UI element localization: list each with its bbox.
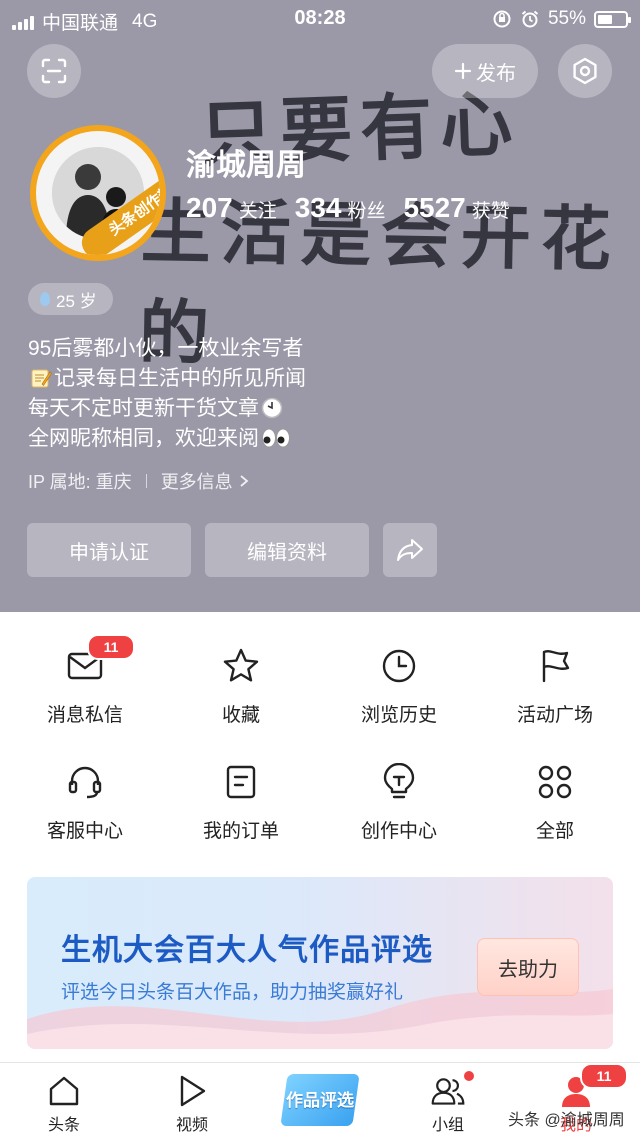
stat-followers[interactable]: 334 粉丝 — [295, 192, 386, 224]
publish-button[interactable]: 发布 — [432, 44, 538, 98]
ip-location-row: IP 属地: 重庆 更多信息 — [28, 468, 249, 494]
apply-certification-label: 申请认证 — [69, 541, 149, 564]
scan-icon — [41, 58, 67, 84]
publish-label: 发布 — [476, 62, 516, 85]
tab-label: 作品评选 — [286, 1091, 354, 1110]
banner-support-button[interactable]: 去助力 — [477, 938, 579, 996]
stat-label: 粉丝 — [347, 201, 386, 222]
rotation-lock-icon — [493, 10, 511, 28]
promo-banner[interactable]: 生机大会百大人气作品评选 评选今日头条百大作品，助力抽奖赢好礼 去助力 — [27, 877, 613, 1049]
more-info-link[interactable]: 更多信息 — [161, 468, 249, 494]
menu-item-customer-service[interactable]: 客服中心 — [5, 728, 165, 844]
chevron-right-icon — [240, 475, 249, 487]
battery-percent: 55% — [547, 8, 586, 29]
stat-following[interactable]: 207 关注 — [186, 192, 277, 224]
menu-item-label: 收藏 — [221, 705, 260, 726]
menu-item-activity-plaza[interactable]: 活动广场 — [475, 612, 635, 728]
profile-header: 只要有心 生活是会开花的 中国联通 4G 08:28 55% 发布 头条创作新锐… — [0, 0, 640, 612]
menu-item-label: 客服中心 — [46, 821, 123, 842]
play-icon — [180, 1075, 206, 1107]
bio-line-4: 全网昵称相同，欢迎来阅 — [28, 424, 306, 454]
tab-label: 视频 — [175, 1117, 208, 1134]
eyes-icon — [262, 428, 290, 448]
ip-location: IP 属地: 重庆 — [28, 472, 132, 492]
headset-icon — [68, 766, 102, 799]
stat-value: 207 — [186, 192, 233, 223]
clock-emoji-icon — [261, 397, 283, 419]
menu-item-history[interactable]: 浏览历史 — [319, 612, 479, 728]
bio-text: 95后雾都小伙，一枚业余写者 — [28, 337, 304, 360]
age-label: 25 岁 — [56, 291, 97, 311]
tab-vote[interactable]: 作品评选 — [280, 1072, 360, 1128]
more-info-label: 更多信息 — [160, 472, 233, 492]
bio-line-2: 记录每日生活中的所见所闻 — [28, 364, 306, 394]
stat-label: 获赞 — [471, 201, 510, 222]
menu-item-label: 我的订单 — [202, 821, 279, 842]
profile-badge: 11 — [580, 1063, 628, 1089]
tab-home[interactable]: 头条 — [0, 1063, 128, 1138]
grid-icon — [538, 765, 572, 799]
banner-title: 生机大会百大人气作品评选 — [61, 934, 433, 967]
menu-item-label: 消息私信 — [46, 705, 123, 726]
banner-subtitle: 评选今日头条百大作品，助力抽奖赢好礼 — [61, 982, 404, 1003]
username: 渝城周周 — [186, 149, 306, 182]
menu-item-label: 创作中心 — [360, 821, 437, 842]
battery-fill — [598, 14, 612, 24]
menu-item-orders[interactable]: 我的订单 — [161, 728, 321, 844]
lightbulb-icon — [383, 763, 415, 799]
profile-stats: 207 关注 334 粉丝 5527 获赞 — [186, 192, 510, 224]
apply-certification-button[interactable]: 申请认证 — [27, 523, 191, 577]
menu-item-label: 全部 — [535, 821, 574, 842]
order-icon — [226, 765, 256, 799]
menu-item-label: 活动广场 — [516, 705, 593, 726]
message-badge: 11 — [87, 634, 135, 660]
share-button[interactable] — [383, 523, 437, 577]
tab-video[interactable]: 视频 — [128, 1063, 256, 1138]
edit-profile-label: 编辑资料 — [247, 541, 327, 564]
menu-grid: 11 消息私信 收藏 浏览历史 活动广场 客服中心 我的订单 创作中心 全部 — [0, 612, 640, 862]
watermark: 头条 @渝城周周 — [508, 1112, 625, 1129]
scan-button[interactable] — [27, 44, 81, 98]
star-icon — [223, 648, 259, 682]
edit-profile-button[interactable]: 编辑资料 — [205, 523, 369, 577]
home-icon — [49, 1076, 79, 1106]
age-tag: 25 岁 — [28, 283, 113, 315]
alarm-icon — [521, 10, 539, 28]
battery-icon — [594, 10, 631, 28]
bio-line-1: 95后雾都小伙，一枚业余写者 — [28, 334, 306, 364]
stat-value: 5527 — [403, 192, 466, 223]
banner-button-label: 去助力 — [498, 958, 558, 981]
divider — [145, 474, 147, 488]
group-notification-dot — [462, 1069, 476, 1083]
settings-button[interactable] — [558, 44, 612, 98]
bio-text: 每天不定时更新干货文章 — [28, 397, 259, 420]
menu-item-messages[interactable]: 11 消息私信 — [5, 612, 165, 728]
stat-label: 关注 — [238, 201, 277, 222]
settings-icon — [573, 57, 597, 85]
bio-line-3: 每天不定时更新干货文章 — [28, 394, 306, 424]
stat-likes[interactable]: 5527 获赞 — [403, 192, 509, 224]
menu-item-creator-center[interactable]: 创作中心 — [319, 728, 479, 844]
plus-icon — [454, 62, 472, 80]
tab-group[interactable]: 小组 — [384, 1063, 512, 1138]
bio-text: 全网昵称相同，欢迎来阅 — [28, 427, 259, 450]
flag-icon — [542, 650, 570, 683]
menu-item-all[interactable]: 全部 — [475, 728, 635, 844]
tab-label: 头条 — [47, 1117, 80, 1134]
stat-value: 334 — [294, 192, 342, 223]
tab-label: 小组 — [431, 1117, 464, 1134]
bio-text: 记录每日生活中的所见所闻 — [54, 367, 306, 390]
status-bar: 中国联通 4G 08:28 55% — [0, 0, 640, 36]
bio: 95后雾都小伙，一枚业余写者 记录每日生活中的所见所闻 每天不定时更新干货文章 … — [28, 334, 306, 454]
memo-icon — [31, 369, 52, 388]
water-drop-icon — [40, 292, 50, 306]
avatar[interactable]: 头条创作新锐奖 — [30, 125, 166, 261]
menu-item-favorites[interactable]: 收藏 — [161, 612, 321, 728]
menu-item-label: 浏览历史 — [360, 705, 437, 726]
share-icon — [397, 539, 423, 561]
group-icon — [431, 1078, 465, 1105]
clock-icon — [382, 649, 416, 683]
